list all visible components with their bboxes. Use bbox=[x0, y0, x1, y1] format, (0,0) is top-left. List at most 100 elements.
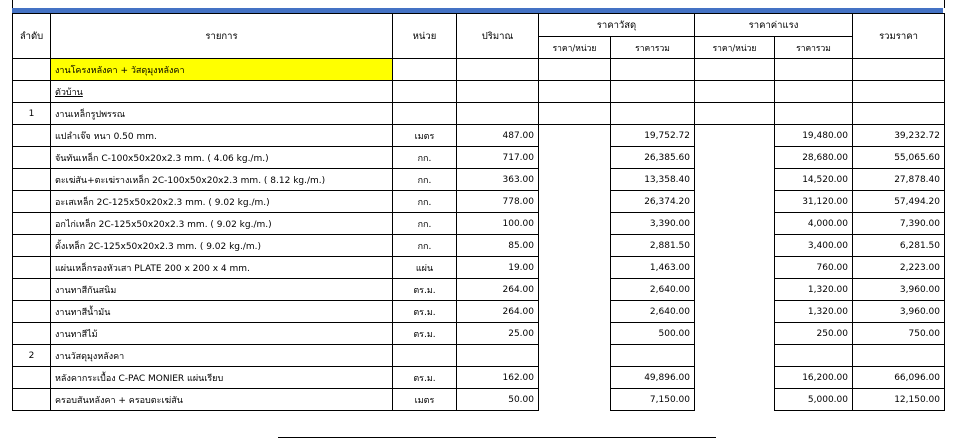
cell-lab-unit bbox=[694, 344, 775, 367]
cell-total: 7,390.00 bbox=[852, 212, 945, 235]
header-labor-total-price: ราคารวม bbox=[774, 36, 853, 59]
cell-lab-total bbox=[774, 344, 853, 367]
header-labor-group: ราคาค่าแรง bbox=[694, 13, 853, 37]
cell-mat-total: 2,640.00 bbox=[610, 300, 695, 323]
cell-mat-total: 3,390.00 bbox=[610, 212, 695, 235]
cell-item: อกไก่เหล็ก 2C-125x50x20x2.3 mm. ( 9.02 k… bbox=[50, 212, 393, 235]
cell-lab-total bbox=[774, 58, 853, 81]
cell-mat-total bbox=[610, 102, 695, 125]
cell-total: 39,232.72 bbox=[852, 124, 945, 147]
cell-item: งานวัสดุมุงหลังคา bbox=[50, 344, 393, 367]
cell-total bbox=[852, 344, 945, 367]
cell-total bbox=[852, 102, 945, 125]
cell-qty bbox=[456, 80, 539, 103]
cell-mat-total: 500.00 bbox=[610, 322, 695, 345]
cell-unit: ตร.ม. bbox=[392, 322, 457, 345]
cell-item: งานทาสีน้ำมัน bbox=[50, 300, 393, 323]
cell-unit bbox=[392, 344, 457, 367]
cell-lab-unit bbox=[694, 58, 775, 81]
cell-mat-unit bbox=[538, 278, 611, 301]
cell-no bbox=[12, 388, 51, 411]
cell-lab-unit bbox=[694, 366, 775, 389]
table-body: งานโครงหลังคา + วัสดุมุงหลังคา ตัวบ้าน 1 งา… bbox=[12, 58, 945, 411]
cell-mat-unit bbox=[538, 234, 611, 257]
cell-qty bbox=[456, 58, 539, 81]
cell-lab-total: 5,000.00 bbox=[774, 388, 853, 411]
cell-total: 12,150.00 bbox=[852, 388, 945, 411]
cell-qty: 717.00 bbox=[456, 146, 539, 169]
cell-lab-unit bbox=[694, 322, 775, 345]
cell-item: งานทาสีไม้ bbox=[50, 322, 393, 345]
cell-lab-total: 3,400.00 bbox=[774, 234, 853, 257]
cell-no bbox=[12, 278, 51, 301]
cell-mat-unit bbox=[538, 322, 611, 345]
cell-unit: เมตร bbox=[392, 388, 457, 411]
cell-total: 6,281.50 bbox=[852, 234, 945, 257]
cell-lab-unit bbox=[694, 102, 775, 125]
header-unit: หน่วย bbox=[392, 13, 457, 59]
cell-unit bbox=[392, 80, 457, 103]
cell-no: 1 bbox=[12, 102, 51, 125]
cell-lab-total: 28,680.00 bbox=[774, 146, 853, 169]
cell-item: ครอบสันหลังคา + ครอบตะเฆ่สัน bbox=[50, 388, 393, 411]
cell-item: ตัวบ้าน bbox=[50, 80, 393, 103]
cell-no bbox=[12, 212, 51, 235]
header-no: ลำดับ bbox=[12, 13, 51, 59]
cell-total: 57,494.20 bbox=[852, 190, 945, 213]
cell-item: งานโครงหลังคา + วัสดุมุงหลังคา bbox=[50, 58, 393, 81]
cell-qty bbox=[456, 344, 539, 367]
cell-mat-total: 13,358.40 bbox=[610, 168, 695, 191]
cell-mat-total bbox=[610, 344, 695, 367]
table-row: อกไก่เหล็ก 2C-125x50x20x2.3 mm. ( 9.02 k… bbox=[12, 212, 945, 235]
cell-mat-unit bbox=[538, 80, 611, 103]
cell-unit: กก. bbox=[392, 212, 457, 235]
cell-mat-total bbox=[610, 58, 695, 81]
cell-no bbox=[12, 300, 51, 323]
table-row: ตัวบ้าน bbox=[12, 80, 945, 103]
table-row: แปลำเจ๊จ หนา 0.50 mm. เมตร 487.00 19,752.72… bbox=[12, 124, 945, 147]
cell-mat-total: 26,374.20 bbox=[610, 190, 695, 213]
cell-lab-total: 19,480.00 bbox=[774, 124, 853, 147]
cell-mat-unit bbox=[538, 124, 611, 147]
cell-item: อะเสเหล็ก 2C-125x50x20x2.3 mm. ( 9.02 kg… bbox=[50, 190, 393, 213]
sheet-top-strip bbox=[12, 0, 945, 8]
cell-unit: ตร.ม. bbox=[392, 366, 457, 389]
boq-table: ลำดับ รายการ หน่วย ปริมาณ ราคาวัสดุ ราคา… bbox=[12, 13, 945, 411]
cell-no bbox=[12, 322, 51, 345]
cell-no: 2 bbox=[12, 344, 51, 367]
cell-mat-unit bbox=[538, 344, 611, 367]
cell-mat-unit bbox=[538, 300, 611, 323]
cell-lab-total bbox=[774, 102, 853, 125]
cell-qty: 778.00 bbox=[456, 190, 539, 213]
cell-mat-unit bbox=[538, 212, 611, 235]
cell-qty: 487.00 bbox=[456, 124, 539, 147]
cell-qty: 264.00 bbox=[456, 278, 539, 301]
cell-lab-total: 16,200.00 bbox=[774, 366, 853, 389]
table-row: อะเสเหล็ก 2C-125x50x20x2.3 mm. ( 9.02 kg… bbox=[12, 190, 945, 213]
cell-unit: แผ่น bbox=[392, 256, 457, 279]
cell-total: 3,960.00 bbox=[852, 300, 945, 323]
cell-unit: กก. bbox=[392, 234, 457, 257]
cell-no bbox=[12, 58, 51, 81]
cell-total bbox=[852, 58, 945, 81]
header-material-unit-price: ราคา/หน่วย bbox=[538, 36, 611, 59]
cell-lab-total: 31,120.00 bbox=[774, 190, 853, 213]
table-row: งานทาสีไม้ ตร.ม. 25.00 500.00 250.00 750.00 bbox=[12, 322, 945, 345]
cell-qty: 363.00 bbox=[456, 168, 539, 191]
cell-no bbox=[12, 234, 51, 257]
cell-lab-total: 1,320.00 bbox=[774, 278, 853, 301]
cell-mat-total: 2,881.50 bbox=[610, 234, 695, 257]
cell-lab-unit bbox=[694, 388, 775, 411]
cell-lab-total: 4,000.00 bbox=[774, 212, 853, 235]
header-qty: ปริมาณ bbox=[456, 13, 539, 59]
table-row: ดั้งเหล็ก 2C-125x50x20x2.3 mm. ( 9.02 kg… bbox=[12, 234, 945, 257]
table-row: งานโครงหลังคา + วัสดุมุงหลังคา bbox=[12, 58, 945, 81]
cell-item: จันทันเหล็ก C-100x50x20x2.3 mm. ( 4.06 k… bbox=[50, 146, 393, 169]
table-row: งานทาสีน้ำมัน ตร.ม. 264.00 2,640.00 1,320.00… bbox=[12, 300, 945, 323]
cell-unit: ตร.ม. bbox=[392, 300, 457, 323]
cell-no bbox=[12, 124, 51, 147]
cell-item: หลังคากระเบื้อง C-PAC MONIER แผ่นเรียบ bbox=[50, 366, 393, 389]
cell-mat-unit bbox=[538, 146, 611, 169]
table-row: ครอบสันหลังคา + ครอบตะเฆ่สัน เมตร 50.00 7,1… bbox=[12, 388, 945, 411]
cell-lab-unit bbox=[694, 168, 775, 191]
